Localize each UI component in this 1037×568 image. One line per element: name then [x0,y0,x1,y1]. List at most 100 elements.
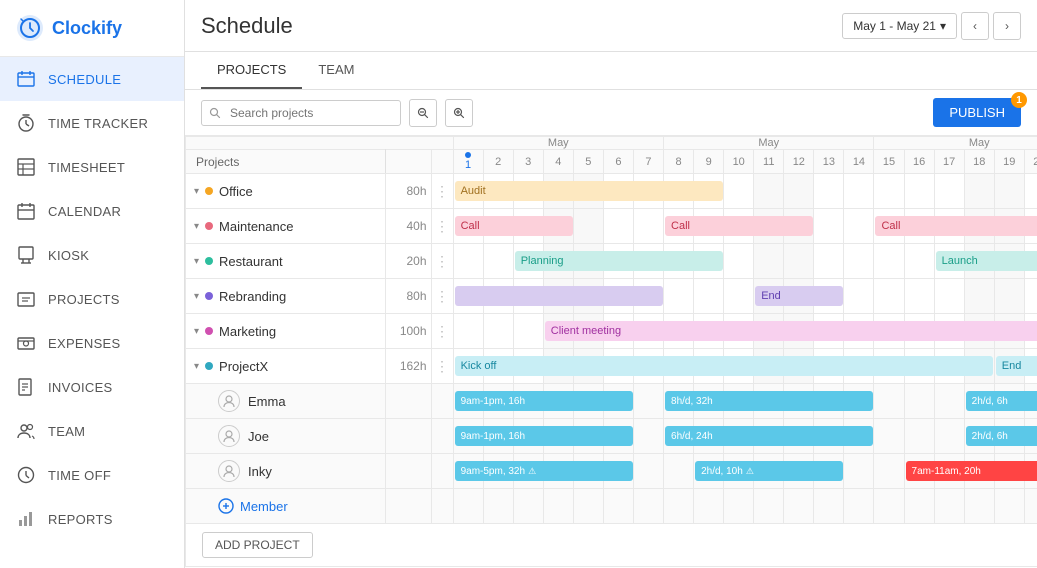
day-cell-1 [453,314,483,349]
bar-client-meeting[interactable]: Client meeting [545,321,1037,341]
project-menu-button[interactable]: ⋮ [431,349,453,384]
day-cell-7 [633,454,663,489]
day-cell-19 [994,174,1024,209]
member-bar-joe[interactable]: 2h/d, 6h [966,426,1037,446]
project-hours: 80h [386,279,431,314]
project-dot [205,362,213,370]
sidebar-label-reports: REPORTS [48,512,113,527]
tab-projects[interactable]: PROJECTS [201,52,302,89]
bar-call[interactable]: Call [665,216,813,236]
avatar [218,390,240,412]
member-bar-inky[interactable]: 9am-5pm, 32h⚠ [455,461,633,481]
project-chevron[interactable]: ▾ [194,291,199,302]
project-chevron[interactable]: ▾ [194,221,199,232]
date-range-button[interactable]: May 1 - May 21 ▾ [842,13,957,39]
member-bar-inky[interactable]: 2h/d, 10h⚠ [695,461,843,481]
project-name: Office [219,184,377,199]
project-menu-button[interactable]: ⋮ [431,174,453,209]
project-chevron[interactable]: ▾ [194,256,199,267]
sidebar-item-invoices[interactable]: INVOICES [0,365,184,409]
day-cell-8: 6h/d, 24h [664,419,694,454]
day-cell-7 [633,419,663,454]
project-dot [205,257,213,265]
day-cell-12 [784,244,814,279]
month-header-row: MayMayMay [186,137,1037,150]
bar-planning[interactable]: Planning [515,251,723,271]
day-header-7: 7 [633,150,663,174]
day-header-12: 12 [784,150,814,174]
sidebar-label-calendar: CALENDAR [48,204,121,219]
sidebar-item-expenses[interactable]: EXPENSES [0,321,184,365]
sidebar-item-timesheet[interactable]: TIMESHEET [0,145,184,189]
project-dot [205,327,213,335]
search-input[interactable] [201,100,401,126]
sidebar-item-calendar[interactable]: CALENDAR [0,189,184,233]
member-bar-emma[interactable]: 9am-1pm, 16h [455,391,633,411]
bar-call[interactable]: Call [455,216,573,236]
project-menu-button[interactable]: ⋮ [431,209,453,244]
day-cell-12 [784,174,814,209]
bar-call[interactable]: Call [875,216,1037,236]
sidebar-item-team[interactable]: TEAM [0,409,184,453]
member-bar-inky[interactable]: 7am-11am, 20h [906,461,1037,481]
prev-period-button[interactable]: ‹ [961,12,989,40]
project-chevron[interactable]: ▾ [194,361,199,372]
bar-audit[interactable]: Audit [455,181,723,201]
day-cell-1: 9am-5pm, 32h⚠ [453,454,483,489]
zoom-in-button[interactable] [445,99,473,127]
day-cell-7 [633,209,663,244]
project-cell-maintenance: ▾ Maintenance [186,209,385,243]
member-bar-emma[interactable]: 2h/d, 6h [966,391,1037,411]
sidebar-item-kiosk[interactable]: KIOSK [0,233,184,277]
project-dot [205,222,213,230]
logo-area: Clockify [0,0,184,57]
sidebar-label-timesheet: TIMESHEET [48,160,125,175]
day-cell-1 [453,244,483,279]
member-bar-joe[interactable]: 6h/d, 24h [665,426,873,446]
member-name: Emma [248,394,286,409]
plus-circle-icon [218,498,234,514]
sidebar-item-time-tracker[interactable]: TIME TRACKER [0,101,184,145]
bar-end[interactable]: End [996,356,1037,376]
add-member-button[interactable]: Member [186,489,385,523]
logo-text: Clockify [52,18,122,39]
sidebar-item-reports[interactable]: REPORTS [0,497,184,541]
sidebar-item-projects[interactable]: PROJECTS [0,277,184,321]
project-menu-button[interactable]: ⋮ [431,244,453,279]
sidebar-item-time-off[interactable]: TIME OFF [0,453,184,497]
day-header-4: 4 [543,150,573,174]
member-name: Joe [248,429,269,444]
day-header-9: 9 [694,150,724,174]
member-row-joe: Joe 9am-1pm, 16h 6h/d, 24h 2h/d, 6h [186,419,1037,454]
next-period-button[interactable]: › [993,12,1021,40]
project-menu-button[interactable]: ⋮ [431,279,453,314]
project-row-rebranding: ▾ Rebranding 80h⋮End [186,279,1037,314]
member-bar-emma[interactable]: 8h/d, 32h [665,391,873,411]
tab-team[interactable]: TEAM [302,52,370,89]
project-cell-projectx: ▾ ProjectX [186,349,385,383]
day-cell-5 [573,209,603,244]
project-chevron[interactable]: ▾ [194,326,199,337]
publish-button[interactable]: PUBLISH 1 [933,98,1021,127]
zoom-out-icon [417,107,429,119]
day-cell-13 [814,209,844,244]
zoom-out-button[interactable] [409,99,437,127]
member-bar-joe[interactable]: 9am-1pm, 16h [455,426,633,446]
day-cell-13 [814,244,844,279]
day-header-3: 3 [513,150,543,174]
bar-kick-off[interactable]: Kick off [455,356,993,376]
day-cell-14 [844,279,874,314]
project-menu-button[interactable]: ⋮ [431,314,453,349]
add-member-row: Member [186,489,1037,524]
project-chevron[interactable]: ▾ [194,186,199,197]
sidebar-item-schedule[interactable]: SCHEDULE [0,57,184,101]
day-cell-17: Launch [934,244,964,279]
day-cell-16 [904,244,934,279]
bar-end[interactable]: End [755,286,843,306]
day-cell-15 [874,244,904,279]
add-project-button[interactable]: ADD PROJECT [202,532,313,558]
day-cell-11: End [754,279,784,314]
bar-launch[interactable]: Launch [936,251,1037,271]
bar-[interactable] [455,286,663,306]
day-header-13: 13 [814,150,844,174]
